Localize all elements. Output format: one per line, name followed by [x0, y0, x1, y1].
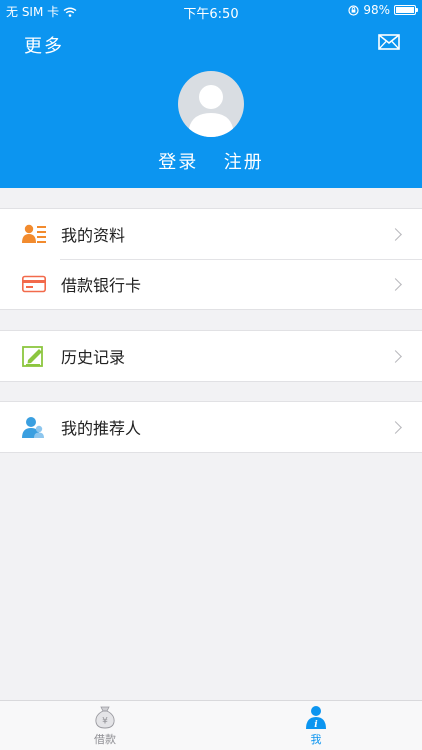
menu-group-account: 我的资料 借款银行卡	[0, 208, 422, 310]
mail-icon[interactable]	[378, 34, 400, 50]
bank-card-icon	[22, 275, 46, 293]
chevron-right-icon	[389, 420, 402, 434]
menu-group-referrer: 我的推荐人	[0, 401, 422, 453]
chevron-right-icon	[389, 277, 402, 291]
rotation-lock-icon	[348, 4, 359, 16]
tab-label: 借款	[94, 733, 116, 746]
history-edit-icon	[22, 346, 43, 367]
profile-card-icon	[22, 224, 46, 243]
tab-loan[interactable]: ¥ 借款	[75, 705, 135, 747]
tab-label: 我	[310, 733, 322, 746]
chevron-right-icon	[389, 227, 402, 241]
chevron-right-icon	[389, 349, 402, 363]
login-link[interactable]: 登录	[158, 152, 198, 173]
profile-header: 无 SIM 卡 下午6:50 98% 更多 登录 注册	[0, 0, 422, 188]
money-bag-icon: ¥	[95, 706, 115, 729]
battery-fill	[396, 7, 414, 13]
menu-item-referrer[interactable]: 我的推荐人	[0, 402, 422, 452]
avatar[interactable]	[178, 71, 244, 137]
menu-group-history: 历史记录	[0, 330, 422, 382]
svg-text:¥: ¥	[102, 717, 108, 727]
menu-item-bank-card[interactable]: 借款银行卡	[0, 259, 422, 309]
menu-item-my-profile[interactable]: 我的资料	[0, 209, 422, 259]
menu-item-history[interactable]: 历史记录	[0, 331, 422, 381]
battery-icon	[394, 5, 418, 15]
auth-links: 登录 注册	[0, 148, 422, 174]
menu-item-label: 我的资料	[61, 226, 126, 245]
page-title: 更多	[24, 36, 64, 57]
tab-bar: ¥ 借款 i 我	[0, 700, 422, 750]
svg-text:i: i	[314, 720, 318, 729]
menu-item-label: 历史记录	[61, 348, 126, 367]
menu-item-label: 我的推荐人	[61, 419, 142, 438]
register-link[interactable]: 注册	[224, 152, 264, 173]
default-user-icon	[188, 85, 234, 137]
status-bar: 无 SIM 卡 下午6:50 98%	[0, 0, 422, 22]
menu-item-label: 借款银行卡	[61, 276, 142, 295]
user-info-icon: i	[306, 706, 326, 729]
tab-me[interactable]: i 我	[286, 705, 346, 747]
battery-percent: 98%	[363, 3, 390, 17]
referrer-icon	[22, 417, 44, 438]
